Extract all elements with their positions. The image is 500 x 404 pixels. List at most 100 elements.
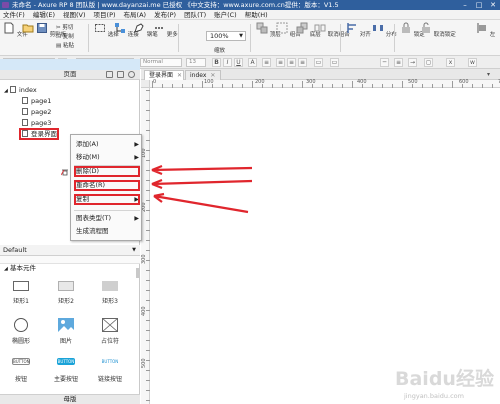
arrow-to-copy (153, 192, 249, 214)
close-tab-icon[interactable]: ✕ (177, 72, 182, 79)
add-page-icon[interactable] (106, 71, 113, 78)
underline-icon[interactable]: U (234, 58, 243, 67)
align-button[interactable]: 对齐 (346, 22, 371, 38)
copy-button[interactable]: ❐ 复制 (56, 32, 74, 40)
widget-label: 主要按钮 (53, 376, 78, 383)
add-folder-icon[interactable] (117, 71, 124, 78)
window-title: 未命名 - Axure RP 8 团队版 | www.dayanzai.me 已… (12, 1, 339, 9)
widget-label: 椭圆形 (11, 338, 30, 345)
link-button-widget-icon[interactable]: BUTTON (101, 358, 119, 365)
ruler-tick (392, 84, 393, 88)
ruler-tick (146, 330, 150, 331)
ruler-tick (462, 84, 463, 88)
masters-panel-header[interactable]: 母版 (0, 394, 140, 404)
tree-item-page1[interactable]: page1 (22, 96, 51, 106)
tab-list-chevron-icon[interactable]: ▾ (487, 71, 490, 78)
ruler-tick (146, 390, 150, 391)
ruler-label: 300 (306, 79, 316, 85)
placeholder-widget-icon[interactable] (102, 318, 118, 332)
menu-edit[interactable]: 编辑(E) (30, 10, 60, 20)
rectangle2-widget-icon[interactable] (58, 281, 74, 291)
close-tab-icon[interactable]: ✕ (210, 72, 215, 79)
line-style-icon[interactable]: ─ (380, 58, 389, 67)
zoom-select[interactable]: 100% ▼ (206, 31, 246, 41)
font-size-select[interactable]: 13 (186, 58, 206, 67)
menu-project[interactable]: 项目(P) (91, 10, 121, 20)
minimize-button[interactable]: – (458, 0, 472, 10)
maximize-button[interactable]: □ (472, 0, 486, 10)
ruler-tick (332, 84, 333, 88)
ruler-tick (242, 84, 243, 88)
left-align-button[interactable]: 左 (476, 22, 495, 38)
ungroup-button[interactable]: 取消组合 (314, 22, 350, 38)
tab-login-page[interactable]: 登录界面 ✕ (144, 70, 184, 80)
rectangle1-widget-icon[interactable] (13, 281, 29, 291)
paste-button[interactable]: ▤ 粘贴 (56, 41, 74, 49)
bullet-list-icon[interactable]: ≡ (262, 58, 271, 67)
primary-button-widget-icon[interactable]: BUTTON (57, 358, 75, 365)
ruler-tick (262, 84, 263, 88)
main-toolbar: 文件 剪贴板 ✂ 剪切 ❐ 复制 ▤ 粘贴 选择 连接 钢笔 更多 缩放 顶层 … (0, 20, 500, 56)
corner-icon[interactable]: ◻ (424, 58, 433, 67)
align-left-icon[interactable]: ≡ (276, 58, 285, 67)
align-right-icon[interactable]: ≡ (298, 58, 307, 67)
tab-index[interactable]: index ✕ (185, 70, 221, 80)
bring-front-icon (256, 22, 268, 34)
menu-team[interactable]: 团队(T) (181, 10, 211, 20)
ctx-move[interactable]: 移动(M) ▶ (71, 152, 143, 163)
ruler-tick (432, 84, 433, 88)
ruler-tick (146, 140, 150, 141)
line-color-icon[interactable]: ▭ (330, 58, 339, 67)
bold-icon[interactable]: B (212, 58, 221, 67)
font-color-icon[interactable]: A (248, 58, 257, 67)
close-button[interactable]: ✕ (486, 0, 500, 10)
ctx-diagram-type[interactable]: 图表类型(T) ▶ (71, 213, 143, 224)
menu-help[interactable]: 帮助(H) (242, 10, 273, 20)
ungroup-icon (314, 24, 326, 32)
unlock-button[interactable]: 取消锁定 (420, 22, 456, 38)
tree-item-index[interactable]: ◢ index (4, 85, 37, 95)
search-icon[interactable] (128, 71, 135, 78)
page-icon (22, 97, 28, 104)
zoom-label: 缩放 (214, 48, 226, 54)
menu-view[interactable]: 视图(V) (60, 10, 91, 20)
duplicate-red-box (74, 194, 140, 205)
line-width-icon[interactable]: ≡ (394, 58, 403, 67)
position-icon[interactable]: x (446, 58, 455, 67)
widget-label: 图片 (59, 338, 72, 345)
fill-color-icon[interactable]: ▭ (314, 58, 323, 67)
ellipse-widget-icon[interactable] (14, 318, 28, 332)
open-button[interactable] (22, 22, 34, 38)
menu-arrange[interactable]: 布局(A) (121, 10, 152, 20)
tree-item-page3[interactable]: page3 (22, 118, 51, 128)
ctx-add[interactable]: 添加(A) ▶ (71, 139, 143, 150)
rectangle3-widget-icon[interactable] (102, 281, 118, 291)
button-widget-icon[interactable]: BUTTON (12, 358, 30, 365)
design-canvas[interactable] (151, 89, 500, 404)
image-widget-icon[interactable] (58, 318, 74, 332)
menu-publish[interactable]: 发布(P) (151, 10, 181, 20)
menu-account[interactable]: 账户(C) (211, 10, 242, 20)
ruler-tick (146, 260, 150, 261)
size-icon[interactable]: w (468, 58, 477, 67)
ruler-tick (212, 84, 213, 88)
login-page-red-box (19, 128, 59, 140)
more-tools-button[interactable]: 更多 (153, 22, 178, 38)
library-group-header[interactable]: ◢ 基本元件 (4, 262, 36, 272)
arrow-to-rename (151, 178, 253, 190)
toolbar-divider (250, 24, 251, 52)
italic-icon[interactable]: I (223, 58, 232, 67)
library-select[interactable]: Default ▼ (0, 245, 140, 256)
library-scrollbar[interactable] (136, 268, 139, 278)
tree-item-page2[interactable]: page2 (22, 107, 51, 117)
ctx-generate-flow[interactable]: 生成流程图 (71, 226, 143, 237)
ruler-tick (202, 81, 203, 88)
arrow-style-icon[interactable]: → (408, 58, 417, 67)
menu-file[interactable]: 文件(F) (0, 10, 30, 20)
font-weight-select[interactable]: Normal (140, 58, 182, 67)
cut-button[interactable]: ✂ 剪切 (56, 23, 73, 31)
ruler-tick (146, 90, 150, 91)
connector-icon (115, 23, 125, 33)
ruler-tick (152, 81, 153, 88)
align-center-icon[interactable]: ≡ (287, 58, 296, 67)
